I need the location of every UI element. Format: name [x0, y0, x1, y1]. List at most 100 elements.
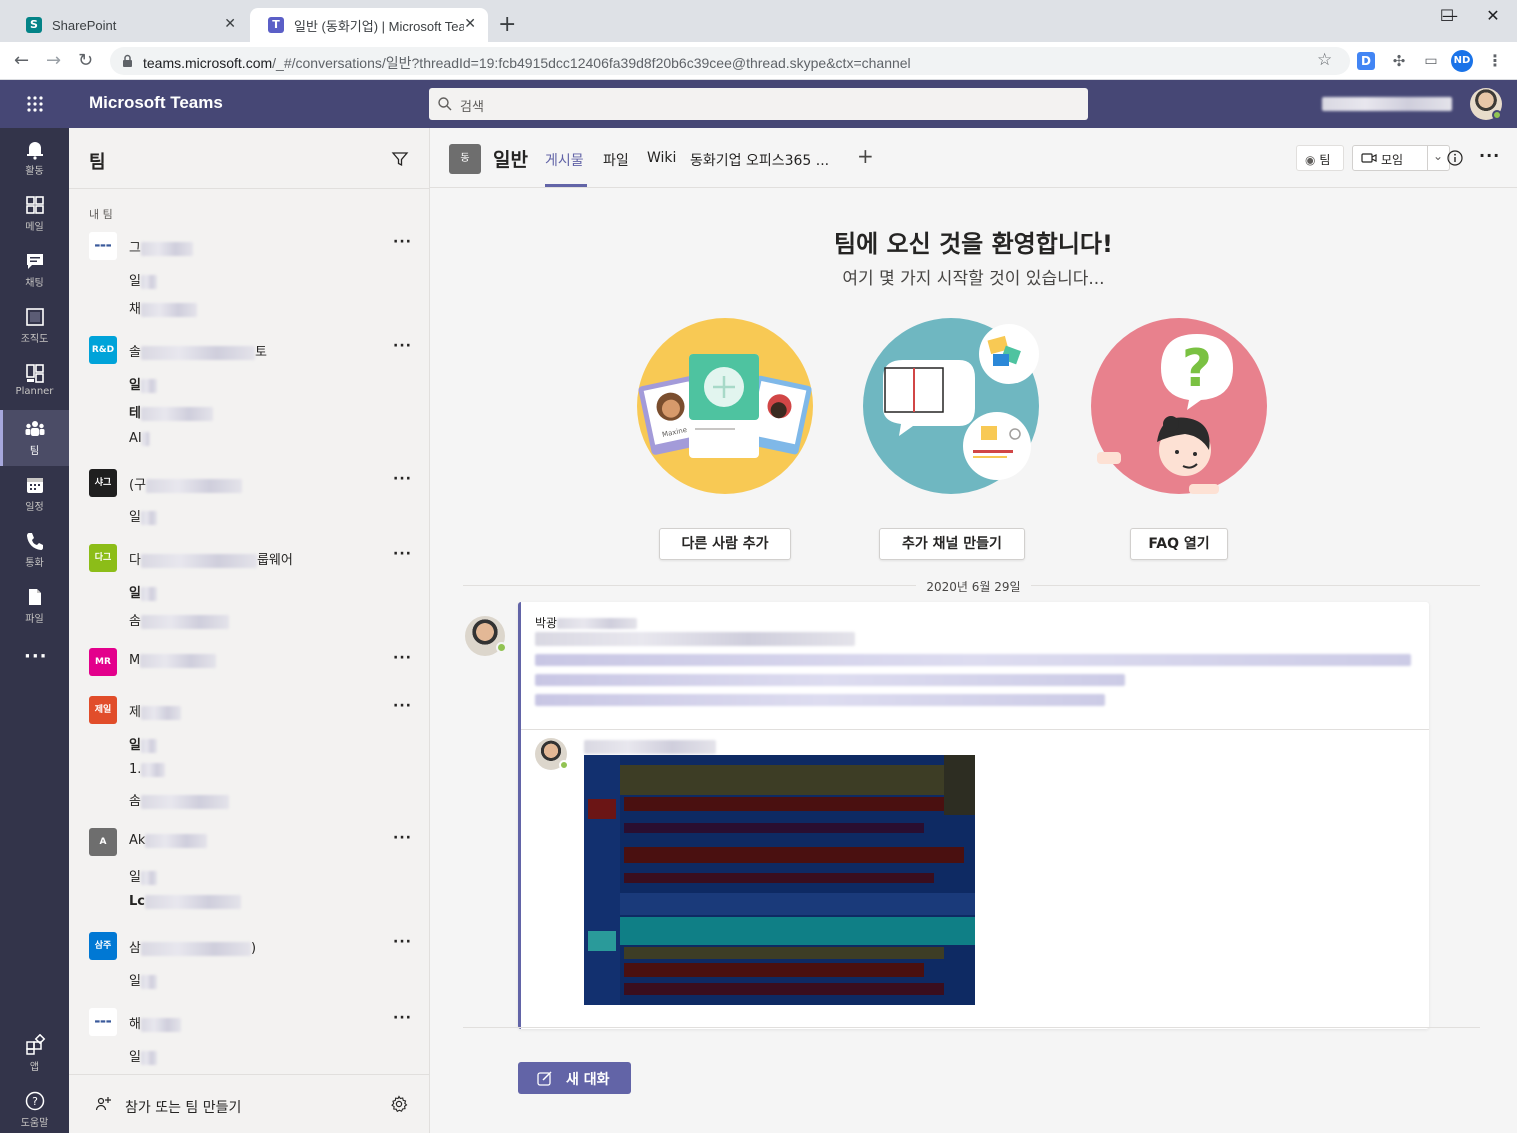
channel-item[interactable]: 일: [129, 970, 157, 989]
channel-header: 동 일반 게시물 파일 Wiki 동화기업 오피스365 ... + ◉ 팀 모…: [430, 128, 1517, 188]
bookmark-star-icon[interactable]: ☆: [1317, 50, 1332, 70]
more-apps-icon[interactable]: ···: [24, 646, 48, 667]
back-icon[interactable]: ←: [14, 50, 29, 71]
settings-gear-icon[interactable]: [390, 1095, 408, 1113]
channel-item[interactable]: 1.: [129, 762, 166, 777]
close-tab-icon[interactable]: ✕: [224, 16, 236, 32]
forward-icon[interactable]: →: [46, 50, 61, 71]
channel-item[interactable]: 채: [129, 298, 197, 317]
search-input[interactable]: 검색: [429, 88, 1088, 120]
maximize-icon[interactable]: ☐: [1427, 6, 1467, 25]
tab-files[interactable]: 파일: [603, 150, 629, 170]
channel-item[interactable]: 솜: [129, 790, 229, 809]
teams-header: Microsoft Teams 검색: [0, 80, 1517, 128]
blurred-text: [140, 302, 197, 317]
app-rail: 활동 메일 채팅 조직도 Planner 팀 일정 통화 파일 ··· 앱 ? …: [0, 128, 69, 1133]
team-more-options-icon[interactable]: ···: [393, 698, 412, 714]
team-view-button[interactable]: ◉ 팀: [1296, 145, 1344, 171]
meet-button[interactable]: 모임 ⌄: [1352, 145, 1450, 171]
team-more-options-icon[interactable]: ···: [393, 234, 412, 250]
compose-icon: [537, 1071, 552, 1086]
browser-tab-teams[interactable]: T 일반 (동화기업) | Microsoft Teams ✕: [250, 8, 488, 42]
team-name-text: M: [129, 653, 141, 668]
rail-item-chat[interactable]: 채팅: [0, 242, 69, 298]
channel-item[interactable]: 테: [129, 402, 213, 421]
blurred-text: [557, 618, 638, 629]
channel-item[interactable]: AI: [129, 431, 150, 446]
channel-item[interactable]: 일: [129, 866, 157, 885]
channel-item[interactable]: 일: [129, 270, 157, 289]
open-faq-button[interactable]: FAQ 열기: [1130, 528, 1228, 560]
team-more-options-icon[interactable]: ···: [393, 338, 412, 354]
add-tab-icon[interactable]: +: [857, 144, 874, 168]
team-name: 삼): [129, 937, 256, 956]
extensions-puzzle-icon[interactable]: ✣: [1390, 52, 1408, 70]
extension-d-icon[interactable]: D: [1357, 52, 1375, 70]
message-card[interactable]: 박광: [518, 602, 1429, 1029]
new-tab-button[interactable]: +: [498, 12, 516, 37]
rail-item-activity[interactable]: 활동: [0, 130, 69, 186]
reload-icon[interactable]: ↻: [78, 50, 93, 71]
rail-item-mail[interactable]: 메일: [0, 186, 69, 242]
channel-item[interactable]: 일: [129, 582, 157, 601]
channel-item[interactable]: 솜: [129, 610, 229, 629]
blurred-reply-author: [584, 740, 716, 754]
cast-icon[interactable]: ▭: [1422, 52, 1440, 70]
omnibox[interactable]: teams.microsoft.com/_#/conversations/일반?…: [110, 47, 1350, 75]
rail-item-planner[interactable]: Planner: [0, 354, 69, 410]
profile-avatar[interactable]: ND: [1451, 50, 1473, 72]
active-tab-indicator: [545, 184, 587, 187]
blurred-link[interactable]: [535, 694, 1105, 706]
more-options-icon[interactable]: ···: [1479, 146, 1500, 165]
join-or-create-team-link[interactable]: 참가 또는 팀 만들기: [125, 1097, 241, 1117]
rail-item-files[interactable]: 파일: [0, 578, 69, 634]
channel-item[interactable]: Lc: [129, 894, 241, 909]
blurred-link[interactable]: [535, 654, 1411, 666]
powershell-screenshot-image[interactable]: [584, 755, 975, 1005]
team-name-end: ): [250, 941, 257, 956]
rail-item-teams[interactable]: 팀: [0, 410, 69, 466]
channel-item[interactable]: 일: [129, 506, 157, 525]
chevron-down-icon[interactable]: ⌄: [1433, 149, 1443, 163]
close-window-icon[interactable]: ✕: [1473, 6, 1513, 25]
rail-item-calendar[interactable]: 일정: [0, 466, 69, 522]
team-name-text: 해: [129, 1017, 141, 1032]
mail-icon: [25, 196, 44, 214]
channel-item[interactable]: 일: [129, 1046, 157, 1065]
team-name-text: Ak: [129, 833, 146, 848]
app-launcher-icon[interactable]: [26, 95, 44, 113]
info-icon[interactable]: [1447, 150, 1463, 166]
filter-icon[interactable]: [391, 150, 409, 168]
rail-item-org[interactable]: 조직도: [0, 298, 69, 354]
channel-item[interactable]: 일: [129, 734, 157, 753]
browser-tab-sharepoint[interactable]: S SharePoint ✕: [8, 8, 248, 42]
meet-button-label: 모임: [1381, 153, 1404, 167]
rail-item-apps[interactable]: 앱: [0, 1026, 69, 1082]
team-more-options-icon[interactable]: ···: [393, 650, 412, 666]
create-channel-button[interactable]: 추가 채널 만들기: [879, 528, 1025, 560]
join-team-icon: [95, 1097, 111, 1111]
tab-posts[interactable]: 게시물: [545, 150, 584, 170]
blurred-link[interactable]: [535, 674, 1125, 686]
tab-wiki[interactable]: Wiki: [647, 150, 676, 166]
author-name[interactable]: 박광: [535, 614, 638, 631]
browser-menu-icon[interactable]: ⋮: [1486, 52, 1504, 70]
team-more-options-icon[interactable]: ···: [393, 1010, 412, 1026]
channel-item[interactable]: 일: [129, 374, 157, 393]
blurred-text: [140, 406, 213, 421]
team-avatar: 동: [449, 144, 481, 174]
rail-item-help[interactable]: ? 도움말: [0, 1082, 69, 1138]
team-more-options-icon[interactable]: ···: [393, 830, 412, 846]
tab-office365[interactable]: 동화기업 오피스365 ...: [690, 150, 829, 170]
blurred-text: [145, 894, 241, 909]
channel-name: 일: [129, 1050, 141, 1065]
team-more-options-icon[interactable]: ···: [393, 471, 412, 487]
team-more-options-icon[interactable]: ···: [393, 934, 412, 950]
channel-name: Lc: [129, 894, 145, 909]
team-list-footer: 참가 또는 팀 만들기: [69, 1074, 429, 1133]
team-more-options-icon[interactable]: ···: [393, 546, 412, 562]
new-conversation-button[interactable]: 새 대화: [518, 1062, 631, 1094]
close-tab-icon[interactable]: ✕: [464, 16, 476, 32]
rail-item-calls[interactable]: 통화: [0, 522, 69, 578]
add-people-button[interactable]: 다른 사람 추가: [659, 528, 791, 560]
